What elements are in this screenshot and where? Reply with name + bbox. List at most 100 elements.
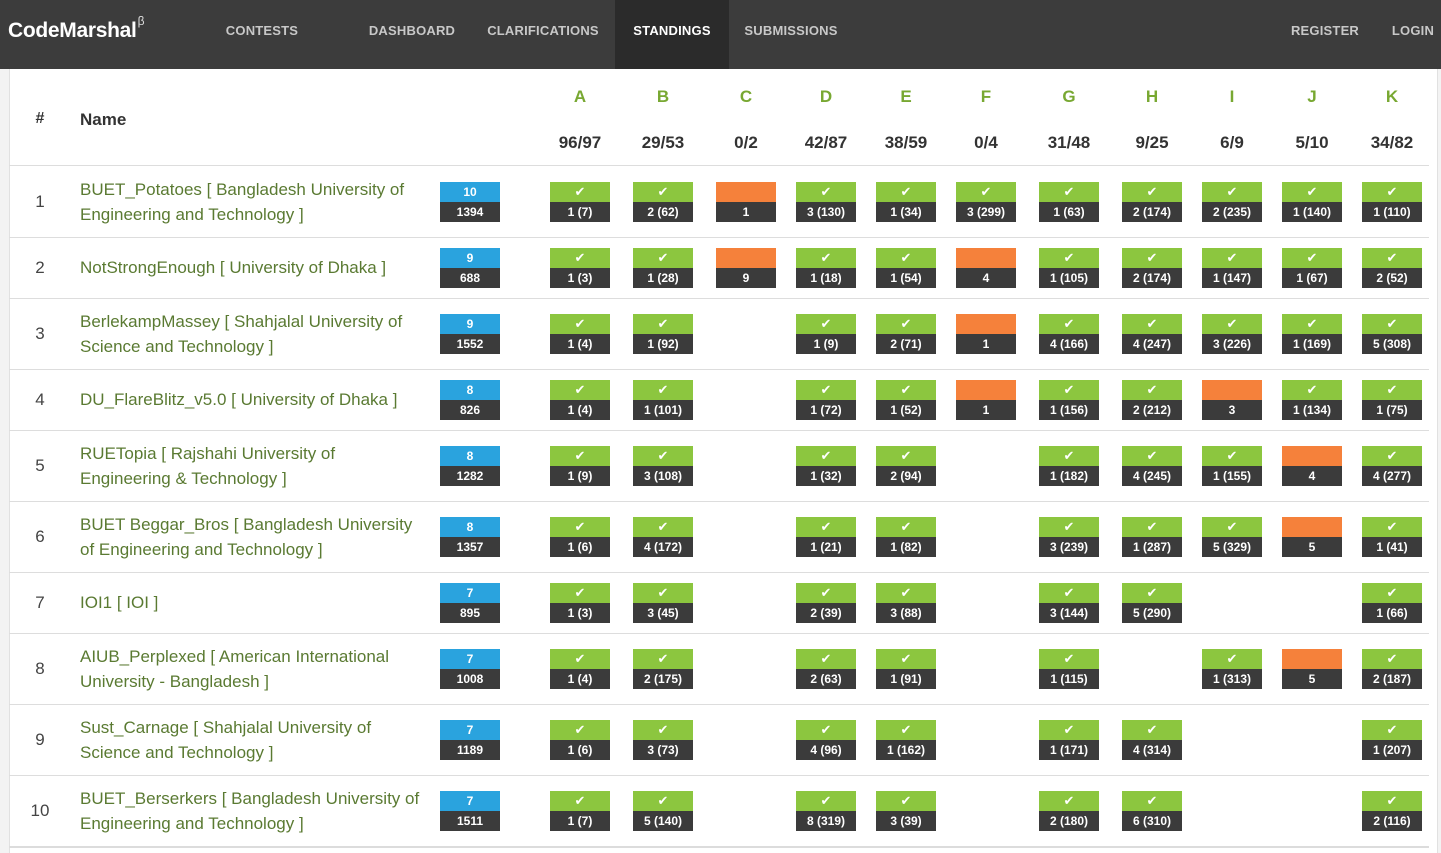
team-name-link[interactable]: BerlekampMassey [ Shahjalal University o… (80, 309, 425, 359)
accepted-cell[interactable]: ✔ 4 (247) (1122, 313, 1182, 354)
accepted-cell[interactable]: ✔ 2 (52) (1362, 247, 1422, 288)
problem-letter-c[interactable]: C (711, 87, 781, 107)
accepted-cell[interactable]: ✔ 2 (180) (1039, 790, 1099, 831)
accepted-cell[interactable]: ✔ 2 (116) (1362, 790, 1422, 831)
accepted-cell[interactable]: ✔ 1 (115) (1039, 648, 1099, 689)
rejected-cell[interactable]: 9 (716, 247, 776, 288)
accepted-cell[interactable]: ✔ 1 (140) (1282, 181, 1342, 222)
problem-letter-g[interactable]: G (1034, 87, 1104, 107)
accepted-cell[interactable]: ✔ 1 (155) (1202, 445, 1262, 486)
team-name-link[interactable]: Sust_Carnage [ Shahjalal University of S… (80, 715, 425, 765)
accepted-cell[interactable]: ✔ 1 (66) (1362, 582, 1422, 623)
rejected-cell[interactable]: 1 (956, 379, 1016, 420)
accepted-cell[interactable]: ✔ 3 (88) (876, 582, 936, 623)
accepted-cell[interactable]: ✔ 2 (62) (633, 181, 693, 222)
accepted-cell[interactable]: ✔ 2 (71) (876, 313, 936, 354)
problem-letter-d[interactable]: D (791, 87, 861, 107)
accepted-cell[interactable]: ✔ 1 (171) (1039, 719, 1099, 760)
accepted-cell[interactable]: ✔ 2 (94) (876, 445, 936, 486)
accepted-cell[interactable]: ✔ 3 (45) (633, 582, 693, 623)
team-name-link[interactable]: NotStrongEnough [ University of Dhaka ] (80, 255, 425, 280)
accepted-cell[interactable]: ✔ 1 (207) (1362, 719, 1422, 760)
accepted-cell[interactable]: ✔ 1 (4) (550, 379, 610, 420)
rejected-cell[interactable]: 5 (1282, 648, 1342, 689)
nav-standings[interactable]: STANDINGS (615, 0, 729, 69)
rejected-cell[interactable]: 4 (1282, 445, 1342, 486)
accepted-cell[interactable]: ✔ 3 (130) (796, 181, 856, 222)
problem-letter-e[interactable]: E (871, 87, 941, 107)
problem-letter-k[interactable]: K (1357, 87, 1427, 107)
accepted-cell[interactable]: ✔ 1 (21) (796, 516, 856, 557)
accepted-cell[interactable]: ✔ 1 (287) (1122, 516, 1182, 557)
accepted-cell[interactable]: ✔ 2 (174) (1122, 181, 1182, 222)
rejected-cell[interactable]: 3 (1202, 379, 1262, 420)
accepted-cell[interactable]: ✔ 5 (308) (1362, 313, 1422, 354)
accepted-cell[interactable]: ✔ 4 (277) (1362, 445, 1422, 486)
accepted-cell[interactable]: ✔ 3 (73) (633, 719, 693, 760)
accepted-cell[interactable]: ✔ 1 (3) (550, 582, 610, 623)
accepted-cell[interactable]: ✔ 1 (4) (550, 648, 610, 689)
problem-letter-h[interactable]: H (1117, 87, 1187, 107)
accepted-cell[interactable]: ✔ 1 (41) (1362, 516, 1422, 557)
accepted-cell[interactable]: ✔ 2 (39) (796, 582, 856, 623)
accepted-cell[interactable]: ✔ 1 (63) (1039, 181, 1099, 222)
accepted-cell[interactable]: ✔ 1 (169) (1282, 313, 1342, 354)
accepted-cell[interactable]: ✔ 3 (108) (633, 445, 693, 486)
problem-letter-j[interactable]: J (1277, 87, 1347, 107)
rejected-cell[interactable]: 1 (716, 181, 776, 222)
nav-contests[interactable]: CONTESTS (208, 0, 316, 69)
accepted-cell[interactable]: ✔ 2 (235) (1202, 181, 1262, 222)
accepted-cell[interactable]: ✔ 1 (18) (796, 247, 856, 288)
accepted-cell[interactable]: ✔ 1 (54) (876, 247, 936, 288)
accepted-cell[interactable]: ✔ 2 (187) (1362, 648, 1422, 689)
accepted-cell[interactable]: ✔ 1 (9) (550, 445, 610, 486)
accepted-cell[interactable]: ✔ 1 (7) (550, 181, 610, 222)
accepted-cell[interactable]: ✔ 1 (9) (796, 313, 856, 354)
accepted-cell[interactable]: ✔ 1 (4) (550, 313, 610, 354)
team-name-link[interactable]: BUET_Berserkers [ Bangladesh University … (80, 786, 425, 836)
accepted-cell[interactable]: ✔ 1 (34) (876, 181, 936, 222)
accepted-cell[interactable]: ✔ 1 (134) (1282, 379, 1342, 420)
accepted-cell[interactable]: ✔ 1 (92) (633, 313, 693, 354)
nav-login[interactable]: LOGIN (1385, 0, 1441, 69)
rejected-cell[interactable]: 1 (956, 313, 1016, 354)
accepted-cell[interactable]: ✔ 1 (6) (550, 516, 610, 557)
accepted-cell[interactable]: ✔ 1 (28) (633, 247, 693, 288)
rejected-cell[interactable]: 5 (1282, 516, 1342, 557)
accepted-cell[interactable]: ✔ 1 (82) (876, 516, 936, 557)
accepted-cell[interactable]: ✔ 1 (110) (1362, 181, 1422, 222)
accepted-cell[interactable]: ✔ 8 (319) (796, 790, 856, 831)
accepted-cell[interactable]: ✔ 1 (52) (876, 379, 936, 420)
accepted-cell[interactable]: ✔ 3 (239) (1039, 516, 1099, 557)
accepted-cell[interactable]: ✔ 3 (299) (956, 181, 1016, 222)
nav-register[interactable]: REGISTER (1283, 0, 1367, 69)
accepted-cell[interactable]: ✔ 5 (329) (1202, 516, 1262, 557)
problem-letter-f[interactable]: F (951, 87, 1021, 107)
accepted-cell[interactable]: ✔ 1 (105) (1039, 247, 1099, 288)
accepted-cell[interactable]: ✔ 1 (313) (1202, 648, 1262, 689)
team-name-link[interactable]: RUETopia [ Rajshahi University of Engine… (80, 441, 425, 491)
accepted-cell[interactable]: ✔ 2 (175) (633, 648, 693, 689)
accepted-cell[interactable]: ✔ 1 (182) (1039, 445, 1099, 486)
accepted-cell[interactable]: ✔ 1 (75) (1362, 379, 1422, 420)
accepted-cell[interactable]: ✔ 1 (147) (1202, 247, 1262, 288)
rejected-cell[interactable]: 4 (956, 247, 1016, 288)
team-name-link[interactable]: BUET Beggar_Bros [ Bangladesh University… (80, 512, 425, 562)
accepted-cell[interactable]: ✔ 5 (290) (1122, 582, 1182, 623)
accepted-cell[interactable]: ✔ 3 (226) (1202, 313, 1262, 354)
accepted-cell[interactable]: ✔ 4 (166) (1039, 313, 1099, 354)
accepted-cell[interactable]: ✔ 1 (91) (876, 648, 936, 689)
accepted-cell[interactable]: ✔ 1 (32) (796, 445, 856, 486)
accepted-cell[interactable]: ✔ 3 (144) (1039, 582, 1099, 623)
accepted-cell[interactable]: ✔ 1 (67) (1282, 247, 1342, 288)
brand-logo[interactable]: CodeMarshalβ (8, 14, 144, 43)
problem-letter-i[interactable]: I (1197, 87, 1267, 107)
accepted-cell[interactable]: ✔ 4 (245) (1122, 445, 1182, 486)
team-name-link[interactable]: IOI1 [ IOI ] (80, 590, 425, 615)
accepted-cell[interactable]: ✔ 1 (6) (550, 719, 610, 760)
nav-dashboard[interactable]: DASHBOARD (358, 0, 466, 69)
nav-clarifications[interactable]: CLARIFICATIONS (480, 0, 606, 69)
accepted-cell[interactable]: ✔ 1 (101) (633, 379, 693, 420)
accepted-cell[interactable]: ✔ 3 (39) (876, 790, 936, 831)
accepted-cell[interactable]: ✔ 1 (156) (1039, 379, 1099, 420)
